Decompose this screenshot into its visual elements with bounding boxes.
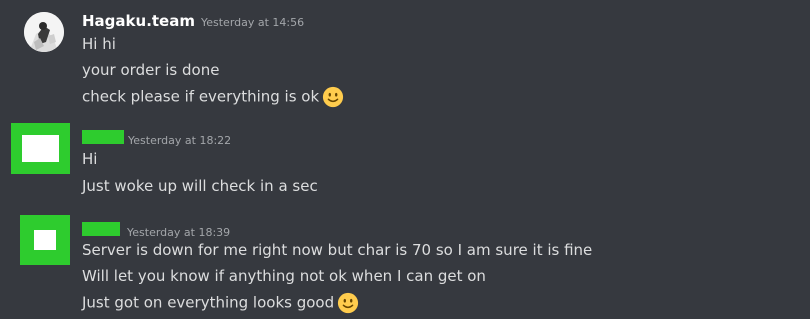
slightly-smiling-face-icon	[323, 86, 344, 108]
avatar[interactable]	[20, 215, 70, 265]
avatar[interactable]	[24, 12, 64, 52]
redacted-avatar	[34, 230, 56, 250]
avatar[interactable]	[11, 123, 70, 174]
avatar-image	[24, 12, 64, 52]
message-group: Hagaku.team Yesterday at 14:56 Hi hi you…	[0, 0, 810, 115]
chat-log: Hagaku.team Yesterday at 14:56 Hi hi you…	[0, 0, 810, 319]
message-text: Server is down for me right now but char…	[82, 241, 593, 259]
message-group: Yesterday at 18:39 Server is down for me…	[0, 210, 810, 319]
message-text: Just woke up will check in a sec	[82, 177, 318, 195]
message-text: your order is done	[82, 61, 220, 79]
message-text: Hi hi	[82, 35, 116, 53]
message-group: Yesterday at 18:22 Hi Just woke up will …	[0, 115, 810, 210]
username[interactable]: Hagaku.team	[82, 12, 195, 30]
username-redacted[interactable]	[82, 130, 124, 144]
message-text: check please if everything is ok	[82, 86, 344, 108]
timestamp[interactable]: Yesterday at 14:56	[201, 16, 304, 29]
timestamp[interactable]: Yesterday at 18:22	[128, 134, 231, 147]
message-text: Just got on everything looks good	[82, 292, 359, 314]
redacted-avatar	[22, 135, 59, 162]
timestamp[interactable]: Yesterday at 18:39	[127, 226, 230, 239]
message-text: Will let you know if anything not ok whe…	[82, 267, 486, 285]
username-redacted[interactable]	[82, 222, 120, 236]
message-text: Hi	[82, 150, 98, 168]
slightly-smiling-face-icon	[338, 292, 359, 314]
